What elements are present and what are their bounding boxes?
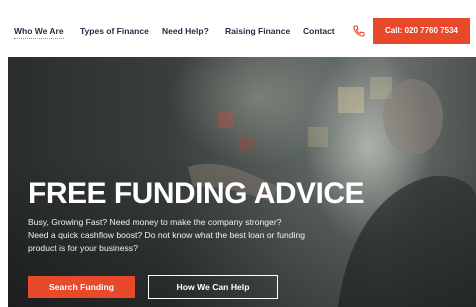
nav-contact[interactable]: Contact bbox=[303, 24, 335, 38]
nav-who-we-are[interactable]: Who We Are bbox=[14, 24, 64, 39]
nav-need-help[interactable]: Need Help? bbox=[162, 24, 209, 38]
hero-description: Busy, Growing Fast? Need money to make t… bbox=[28, 216, 368, 255]
phone-icon[interactable] bbox=[352, 24, 366, 38]
call-button[interactable]: Call: 020 7760 7534 bbox=[373, 18, 470, 44]
hero-banner: FREE FUNDING ADVICE Busy, Growing Fast? … bbox=[8, 57, 476, 307]
nav-types-of-finance[interactable]: Types of Finance bbox=[80, 24, 149, 38]
hero-description-line-3: product is for your business? bbox=[28, 243, 138, 253]
hero-title: FREE FUNDING ADVICE bbox=[28, 177, 365, 210]
top-navigation: Who We Are Types of Finance Need Help? R… bbox=[0, 0, 476, 56]
nav-raising-finance[interactable]: Raising Finance bbox=[225, 24, 290, 38]
search-funding-button[interactable]: Search Funding bbox=[28, 276, 135, 298]
hero-description-line-1: Busy, Growing Fast? Need money to make t… bbox=[28, 217, 282, 227]
how-we-can-help-button[interactable]: How We Can Help bbox=[148, 275, 278, 299]
hero-description-line-2: Need a quick cashflow boost? Do not know… bbox=[28, 230, 306, 240]
